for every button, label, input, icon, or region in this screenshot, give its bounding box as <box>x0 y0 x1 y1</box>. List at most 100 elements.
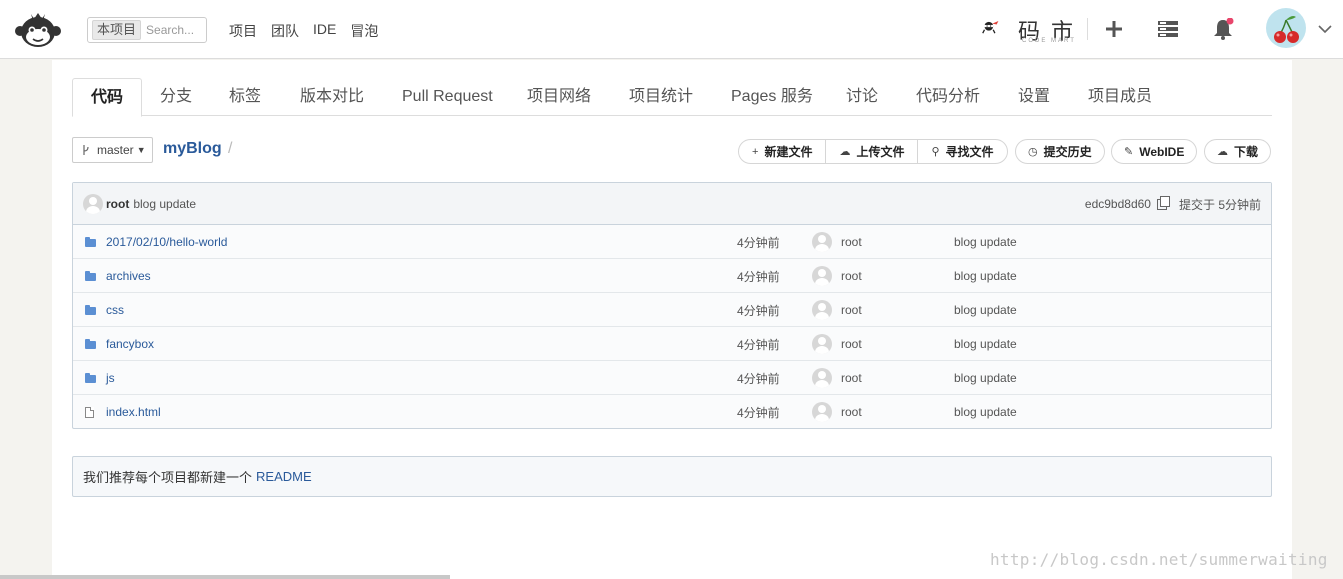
table-row: archives 4分钟前 root blog update <box>73 259 1271 293</box>
table-row: 2017/02/10/hello-world 4分钟前 root blog up… <box>73 225 1271 259</box>
tab-code[interactable]: 代码 <box>72 78 143 117</box>
webide-button[interactable]: ✎ WebIDE <box>1111 139 1198 164</box>
avatar[interactable] <box>812 300 832 320</box>
file-commit-message[interactable]: blog update <box>954 259 1017 293</box>
tab-branches[interactable]: 分支 <box>142 78 210 116</box>
last-commit-row: root blog update edc9bd8d60 提交于 5分钟前 <box>73 183 1271 225</box>
file-commit-message[interactable]: blog update <box>954 327 1017 361</box>
readme-prompt: 我们推荐每个项目都新建一个 README <box>72 456 1272 497</box>
repo-name-link[interactable]: myBlog <box>163 140 222 158</box>
folder-icon <box>85 237 96 247</box>
repo-tabs: 代码 分支 标签 版本对比 Pull Request 项目网络 项目统计 Pag… <box>72 78 1272 117</box>
plus-icon[interactable] <box>1101 16 1127 42</box>
top-nav: 项目 团队 IDE 冒泡 <box>229 21 378 41</box>
file-name-link[interactable]: css <box>106 293 124 327</box>
file-time: 4分钟前 <box>737 269 780 284</box>
commit-hash[interactable]: edc9bd8d60 <box>1085 197 1151 211</box>
search-input[interactable]: Search... <box>146 23 194 37</box>
author-name[interactable]: root <box>841 235 862 249</box>
user-avatar[interactable] <box>1266 8 1306 48</box>
table-row: index.html 4分钟前 root blog update <box>73 395 1271 429</box>
webide-label: WebIDE <box>1139 144 1185 159</box>
tab-compare[interactable]: 版本对比 <box>282 78 382 116</box>
tab-stats[interactable]: 项目统计 <box>611 78 711 116</box>
avatar[interactable] <box>812 334 832 354</box>
branch-selector[interactable]: master ▼ <box>72 137 153 163</box>
folder-icon <box>85 271 96 281</box>
cloud-upload-icon: ☁ <box>839 146 851 158</box>
table-row: js 4分钟前 root blog update <box>73 361 1271 395</box>
tab-network[interactable]: 项目网络 <box>509 78 609 116</box>
readme-link[interactable]: README <box>256 469 312 484</box>
folder-icon <box>85 305 96 315</box>
server-list-icon[interactable] <box>1155 16 1181 42</box>
tab-discussion[interactable]: 讨论 <box>828 78 896 116</box>
file-time: 4分钟前 <box>737 337 780 352</box>
nav-teams[interactable]: 团队 <box>271 21 299 41</box>
file-name-link[interactable]: archives <box>106 259 151 293</box>
author-name[interactable]: root <box>841 337 862 351</box>
table-row: css 4分钟前 root blog update <box>73 293 1271 327</box>
tab-settings[interactable]: 设置 <box>1000 78 1068 116</box>
tab-code-analysis[interactable]: 代码分析 <box>898 78 998 116</box>
commit-history-button[interactable]: ◷ 提交历史 <box>1015 139 1105 164</box>
file-commit-message[interactable]: blog update <box>954 395 1017 429</box>
branch-name: master <box>97 143 134 157</box>
author-name[interactable]: root <box>841 405 862 419</box>
horizontal-scrollbar[interactable] <box>0 575 450 579</box>
tab-pages[interactable]: Pages 服务 <box>713 78 831 116</box>
main-panel: 代码 分支 标签 版本对比 Pull Request 项目网络 项目统计 Pag… <box>52 60 1292 579</box>
ninja-icon[interactable] <box>981 8 1021 48</box>
avatar[interactable] <box>812 266 832 286</box>
file-name-link[interactable]: index.html <box>106 395 161 429</box>
file-name-link[interactable]: js <box>106 361 115 395</box>
commit-author[interactable]: root <box>106 197 129 211</box>
commit-message[interactable]: blog update <box>133 197 196 211</box>
divider <box>1087 18 1088 40</box>
cloud-download-icon: ☁ <box>1217 146 1228 158</box>
file-name-link[interactable]: fancybox <box>106 327 154 361</box>
upload-file-button[interactable]: ☁ 上传文件 <box>826 140 919 163</box>
file-commit-message[interactable]: blog update <box>954 361 1017 395</box>
author-name[interactable]: root <box>841 303 862 317</box>
author-name[interactable]: root <box>841 371 862 385</box>
file-author: root <box>812 361 862 395</box>
avatar[interactable] <box>812 232 832 252</box>
commit-time: 提交于 5分钟前 <box>1178 197 1261 212</box>
caret-down-icon: ▼ <box>136 145 146 155</box>
nav-ide[interactable]: IDE <box>313 21 336 41</box>
codemart-brand-sub: CODE MART <box>1022 38 1076 44</box>
new-file-button[interactable]: + 新建文件 <box>739 140 827 163</box>
file-name-link[interactable]: 2017/02/10/hello-world <box>106 225 227 259</box>
chevron-down-icon[interactable] <box>1312 16 1338 42</box>
file-commit-message[interactable]: blog update <box>954 225 1017 259</box>
file-time: 4分钟前 <box>737 371 780 386</box>
clock-icon: ◷ <box>1028 146 1038 158</box>
copy-icon[interactable] <box>1156 195 1170 210</box>
avatar[interactable] <box>83 193 103 214</box>
search-box[interactable]: 本项目 Search... <box>87 17 207 43</box>
nav-bubble[interactable]: 冒泡 <box>350 21 378 41</box>
nav-projects[interactable]: 项目 <box>229 21 257 41</box>
file-table: root blog update edc9bd8d60 提交于 5分钟前 201… <box>72 182 1272 429</box>
search-scope-tag[interactable]: 本项目 <box>92 20 142 40</box>
readme-prompt-text: 我们推荐每个项目都新建一个 <box>83 470 253 485</box>
avatar[interactable] <box>812 368 832 388</box>
tab-pull-request[interactable]: Pull Request <box>384 78 511 116</box>
file-author: root <box>812 293 862 327</box>
avatar[interactable] <box>812 402 832 422</box>
download-button[interactable]: ☁ 下载 <box>1204 139 1272 164</box>
file-icon <box>85 406 94 418</box>
edit-icon: ✎ <box>1124 146 1134 158</box>
watermark: http://blog.csdn.net/summerwaiting <box>990 550 1328 569</box>
file-commit-message[interactable]: blog update <box>954 293 1017 327</box>
file-time: 4分钟前 <box>737 235 780 250</box>
author-name[interactable]: root <box>841 269 862 283</box>
bell-icon[interactable] <box>1210 16 1236 42</box>
file-time: 4分钟前 <box>737 303 780 318</box>
tab-tags[interactable]: 标签 <box>211 78 279 116</box>
find-file-button[interactable]: ⚲ 寻找文件 <box>918 140 1006 163</box>
tab-members[interactable]: 项目成员 <box>1070 78 1170 116</box>
folder-icon <box>85 373 96 383</box>
coding-monkey-logo[interactable] <box>14 11 62 49</box>
